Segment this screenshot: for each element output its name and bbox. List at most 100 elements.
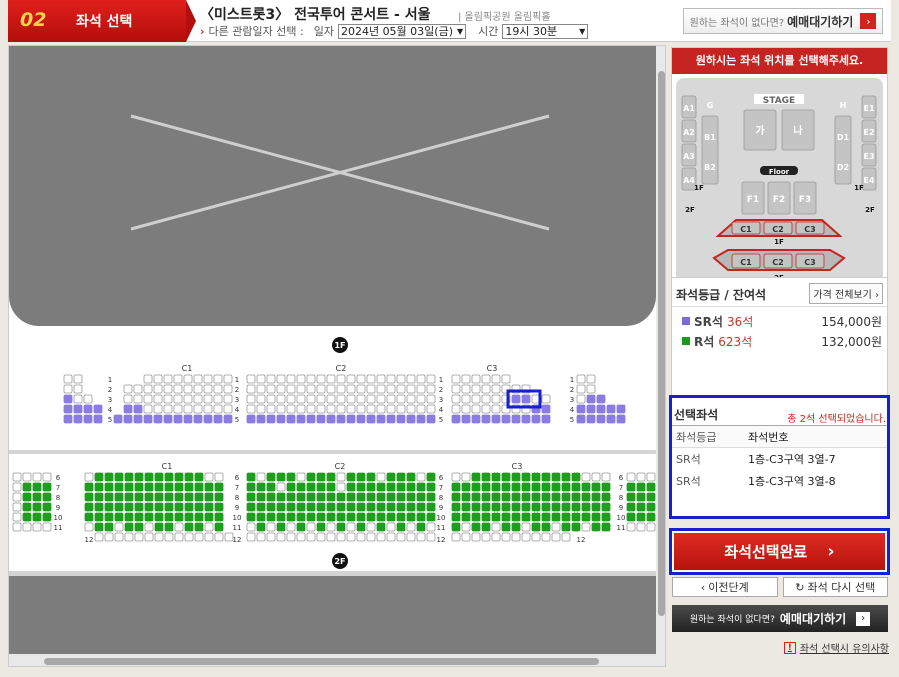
seat[interactable] — [416, 482, 426, 492]
seat[interactable] — [481, 384, 491, 394]
seat[interactable] — [256, 482, 266, 492]
seat[interactable] — [326, 522, 336, 532]
seat[interactable] — [571, 472, 581, 482]
seat[interactable] — [586, 374, 596, 384]
seat[interactable] — [306, 472, 316, 482]
seat[interactable] — [461, 482, 471, 492]
seat[interactable] — [501, 522, 511, 532]
seat[interactable] — [471, 384, 481, 394]
seat[interactable] — [154, 472, 164, 482]
seat[interactable] — [204, 532, 214, 542]
seat[interactable] — [386, 522, 396, 532]
seat[interactable] — [571, 492, 581, 502]
seat[interactable] — [84, 492, 94, 502]
seat[interactable] — [296, 374, 306, 384]
seat[interactable] — [276, 374, 286, 384]
seat[interactable] — [164, 512, 174, 522]
seat[interactable] — [204, 482, 214, 492]
seat[interactable] — [451, 532, 461, 542]
seat[interactable] — [276, 482, 286, 492]
seat[interactable] — [646, 522, 656, 532]
seat[interactable] — [193, 414, 203, 424]
seat[interactable] — [134, 512, 144, 522]
seat[interactable] — [173, 414, 183, 424]
seat[interactable] — [223, 414, 233, 424]
seat[interactable] — [22, 492, 32, 502]
seat[interactable] — [581, 482, 591, 492]
seat[interactable] — [286, 384, 296, 394]
seat[interactable] — [83, 404, 93, 414]
seat[interactable] — [426, 512, 436, 522]
seat[interactable] — [42, 482, 52, 492]
seat[interactable] — [316, 384, 326, 394]
seat[interactable] — [511, 532, 521, 542]
seat[interactable] — [531, 414, 541, 424]
seat[interactable] — [296, 404, 306, 414]
seat[interactable] — [426, 374, 436, 384]
seat[interactable] — [396, 384, 406, 394]
seat[interactable] — [481, 404, 491, 414]
seat[interactable] — [376, 532, 386, 542]
seat[interactable] — [366, 502, 376, 512]
seat[interactable] — [246, 512, 256, 522]
seat[interactable] — [596, 404, 606, 414]
seat[interactable] — [114, 482, 124, 492]
seat[interactable] — [286, 394, 296, 404]
seat[interactable] — [396, 482, 406, 492]
seat[interactable] — [256, 512, 266, 522]
seat[interactable] — [326, 414, 336, 424]
seat[interactable] — [224, 532, 234, 542]
seat[interactable] — [451, 492, 461, 502]
seat[interactable] — [406, 522, 416, 532]
seat[interactable] — [174, 482, 184, 492]
seat[interactable] — [356, 404, 366, 414]
seat[interactable] — [94, 532, 104, 542]
seat[interactable] — [184, 502, 194, 512]
seat[interactable] — [184, 522, 194, 532]
seat[interactable] — [316, 394, 326, 404]
seat[interactable] — [451, 482, 461, 492]
seat[interactable] — [286, 482, 296, 492]
seat[interactable] — [184, 512, 194, 522]
seat[interactable] — [84, 472, 94, 482]
seat[interactable] — [376, 492, 386, 502]
seat[interactable] — [416, 384, 426, 394]
seat[interactable] — [356, 394, 366, 404]
seat[interactable] — [416, 394, 426, 404]
seat[interactable] — [306, 502, 316, 512]
seat[interactable] — [296, 522, 306, 532]
seat[interactable] — [541, 532, 551, 542]
seat[interactable] — [22, 522, 32, 532]
seat[interactable] — [396, 502, 406, 512]
seat[interactable] — [114, 532, 124, 542]
seat[interactable] — [214, 472, 224, 482]
seat[interactable] — [626, 522, 636, 532]
grade-row-r[interactable]: R석 623석 132,000원 — [672, 331, 887, 351]
seat[interactable] — [306, 512, 316, 522]
waitlist-button-top[interactable]: 원하는 좌석이 없다면? 예매대기하기 › — [683, 8, 883, 34]
seat[interactable] — [204, 472, 214, 482]
seat[interactable] — [636, 472, 646, 482]
seat[interactable] — [32, 472, 42, 482]
seat[interactable] — [491, 384, 501, 394]
seat[interactable] — [276, 414, 286, 424]
seat[interactable] — [366, 404, 376, 414]
seat[interactable] — [73, 384, 83, 394]
seat[interactable] — [531, 522, 541, 532]
seat[interactable] — [326, 502, 336, 512]
seat[interactable] — [203, 404, 213, 414]
seat[interactable] — [32, 522, 42, 532]
seat[interactable] — [626, 472, 636, 482]
seat[interactable] — [163, 374, 173, 384]
seat[interactable] — [521, 532, 531, 542]
seat[interactable] — [416, 472, 426, 482]
seat[interactable] — [416, 502, 426, 512]
seat[interactable] — [266, 404, 276, 414]
seat[interactable] — [306, 404, 316, 414]
seat[interactable] — [521, 522, 531, 532]
seat[interactable] — [194, 502, 204, 512]
seat[interactable] — [541, 492, 551, 502]
seat[interactable] — [214, 492, 224, 502]
reselect-button[interactable]: ↻ 좌석 다시 선택 — [782, 577, 888, 597]
seat[interactable] — [286, 374, 296, 384]
